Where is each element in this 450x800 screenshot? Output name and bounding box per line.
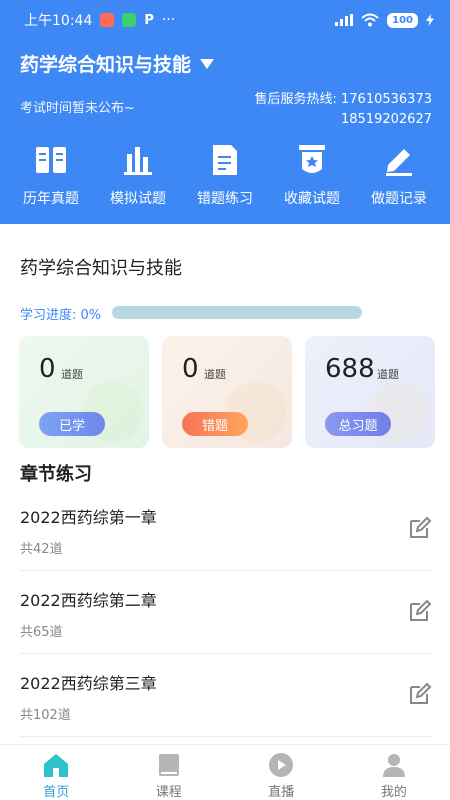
header: 上午10:44 P ··· 100 药学综合知识与技能 考试时间暂未公布~ 售后… [0, 0, 450, 224]
status-time: 上午10:44 [24, 13, 93, 29]
book-icon [31, 140, 71, 180]
nav-records[interactable]: 做题记录 [356, 140, 442, 208]
stat-value: 0 [182, 354, 199, 384]
chapter-name: 2022西药综第三章 [20, 674, 157, 693]
tab-home[interactable]: 首页 [0, 745, 113, 800]
service-hotline[interactable]: 售后服务热线: 17610536373 18519202627 [255, 90, 433, 130]
hotline-line-1: 售后服务热线: 17610536373 [254, 92, 433, 107]
tab-label: 我的 [380, 785, 407, 800]
tab-live[interactable]: 直播 [225, 745, 338, 800]
exam-time-text: 考试时间暂未公布~ [20, 101, 135, 116]
play-icon [267, 751, 295, 779]
notification-app-icon [100, 13, 115, 27]
main-content: 药学综合知识与技能 学习进度: 0% 0 道题 已学 0 道题 错题 688 道… [0, 224, 450, 744]
progress-label: 学习进度: 0% [20, 308, 102, 323]
total-badge: 总习题 [325, 412, 391, 436]
stat-wrong-card[interactable]: 0 道题 错题 [162, 336, 292, 448]
bookmark-icon [292, 140, 332, 180]
chapter-count: 共42道 [20, 542, 63, 557]
progress-bar [112, 306, 362, 319]
nav-past-exams[interactable]: 历年真题 [8, 140, 94, 208]
list-item[interactable]: 2022西药综第三章 共102道 [20, 654, 432, 737]
edit-icon[interactable] [408, 682, 432, 706]
list-item[interactable]: 2022西药综第一章 共42道 [20, 488, 432, 571]
charging-icon [426, 14, 434, 26]
bar-chart-icon [118, 140, 158, 180]
wifi-icon [361, 13, 379, 27]
subject-selector[interactable]: 药学综合知识与技能 [20, 50, 215, 77]
chapter-count: 共65道 [20, 625, 63, 640]
home-icon [42, 751, 70, 779]
nav-label: 收藏试题 [284, 191, 340, 207]
section-title: 章节练习 [20, 464, 92, 485]
tab-label: 课程 [155, 785, 182, 800]
course-title: 药学综合知识与技能 [20, 258, 182, 279]
dropdown-triangle-icon [200, 58, 215, 69]
tab-profile[interactable]: 我的 [338, 745, 450, 800]
status-more: ··· [161, 12, 176, 28]
user-icon [380, 751, 408, 779]
document-icon [205, 140, 245, 180]
nav-label: 做题记录 [371, 191, 427, 207]
feature-nav: 历年真题 模拟试题 错题练习 收藏试题 做题记录 [0, 140, 450, 208]
course-book-icon [155, 751, 183, 779]
nav-label: 错题练习 [197, 191, 253, 207]
learned-badge: 已学 [39, 412, 105, 436]
edit-icon[interactable] [408, 599, 432, 623]
edit-icon[interactable] [408, 516, 432, 540]
wrong-badge: 错题 [182, 412, 248, 436]
nav-label: 模拟试题 [110, 191, 166, 207]
pencil-icon [379, 140, 419, 180]
chapter-name: 2022西药综第一章 [20, 508, 157, 527]
stats-row: 0 道题 已学 0 道题 错题 688 道题 总习题 [19, 336, 435, 448]
signal-icon [335, 14, 354, 26]
list-item[interactable]: 2022西药综第二章 共65道 [20, 571, 432, 654]
stat-unit: 道题 [377, 368, 399, 381]
chapter-count: 共102道 [20, 708, 71, 723]
hotline-line-2: 18519202627 [341, 112, 432, 127]
nav-label: 历年真题 [23, 191, 79, 207]
tab-course[interactable]: 课程 [113, 745, 226, 800]
nav-wrong-practice[interactable]: 错题练习 [182, 140, 268, 208]
stat-learned-card[interactable]: 0 道题 已学 [19, 336, 149, 448]
nav-mock-exams[interactable]: 模拟试题 [95, 140, 181, 208]
battery-indicator: 100 [387, 12, 418, 28]
tab-label: 直播 [268, 785, 295, 800]
status-bar: 上午10:44 P ··· 100 [0, 0, 450, 40]
bottom-tab-bar: 首页 课程 直播 我的 [0, 744, 450, 800]
stat-total-card[interactable]: 688 道题 总习题 [305, 336, 435, 448]
stat-unit: 道题 [61, 368, 83, 381]
subject-title: 药学综合知识与技能 [20, 54, 192, 76]
p-app-icon: P [144, 12, 154, 28]
chapter-name: 2022西药综第二章 [20, 591, 157, 610]
stat-value: 688 [325, 354, 375, 384]
chapter-list: 2022西药综第一章 共42道 2022西药综第二章 共65道 2022西药综第… [20, 488, 432, 737]
tab-label: 首页 [43, 785, 70, 800]
stat-value: 0 [39, 354, 56, 384]
stat-unit: 道题 [204, 368, 226, 381]
nav-favorites[interactable]: 收藏试题 [269, 140, 355, 208]
android-app-icon [122, 13, 137, 27]
